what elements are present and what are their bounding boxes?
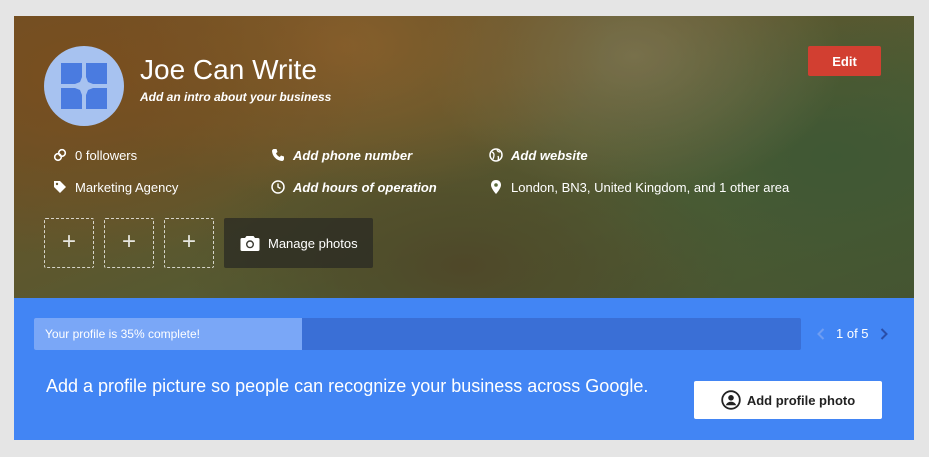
tag-icon (52, 179, 68, 195)
followers-info[interactable]: 0 followers (52, 147, 137, 163)
profile-completion-panel: Your profile is 35% complete! 1 of 5 Add… (14, 298, 914, 440)
add-hours-link[interactable]: Add hours of operation (293, 180, 437, 195)
chevron-left-icon[interactable] (814, 327, 828, 341)
business-logo-icon (61, 63, 107, 109)
suggestion-pager: 1 of 5 (814, 326, 891, 341)
clock-icon (270, 179, 286, 195)
completion-progress-bar: Your profile is 35% complete! (34, 318, 801, 350)
add-photo-slot[interactable]: + (104, 218, 154, 268)
account-circle-icon (721, 390, 741, 410)
add-website-link[interactable]: Add website (511, 148, 588, 163)
website-info[interactable]: Add website (488, 147, 588, 163)
followers-count: 0 followers (75, 147, 138, 163)
pager-count: 1 of 5 (836, 326, 869, 341)
business-name: Joe Can Write (140, 54, 317, 85)
add-profile-photo-button[interactable]: Add profile photo (694, 381, 882, 419)
completion-label: Your profile is 35% complete! (45, 327, 200, 341)
link-icon (52, 147, 68, 163)
add-phone-link[interactable]: Add phone number (293, 148, 412, 163)
category-info: Marketing Agency (52, 179, 178, 195)
add-intro-link[interactable]: Add an intro about your business (140, 90, 331, 104)
business-profile-card: Joe Can Write Add an intro about your bu… (14, 16, 914, 440)
phone-icon (270, 147, 286, 163)
suggestion-text: Add a profile picture so people can reco… (46, 376, 649, 396)
location-info: London, BN3, United Kingdom, and 1 other… (488, 179, 789, 195)
add-photo-slot[interactable]: + (164, 218, 214, 268)
edit-button[interactable]: Edit (808, 46, 881, 76)
chevron-right-icon[interactable] (877, 327, 891, 341)
location-pin-icon (488, 179, 504, 195)
hours-info[interactable]: Add hours of operation (270, 179, 437, 195)
add-profile-photo-label: Add profile photo (746, 392, 856, 408)
phone-info[interactable]: Add phone number (270, 147, 412, 163)
globe-icon (488, 147, 504, 163)
camera-icon (240, 234, 260, 252)
manage-photos-label: Manage photos (268, 235, 358, 251)
business-avatar[interactable] (44, 46, 124, 126)
category-label: Marketing Agency (75, 179, 179, 195)
manage-photos-button[interactable]: Manage photos (224, 218, 373, 268)
location-text: London, BN3, United Kingdom, and 1 other… (511, 179, 790, 195)
add-photo-slot[interactable]: + (44, 218, 94, 268)
